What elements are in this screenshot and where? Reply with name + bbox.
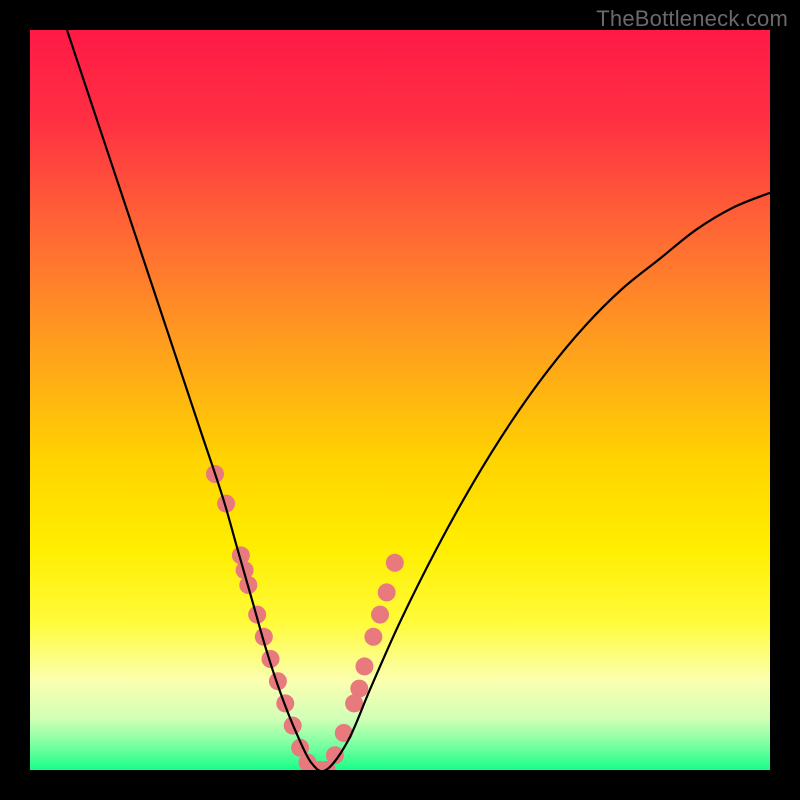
data-marker bbox=[364, 628, 382, 646]
plot-area bbox=[30, 30, 770, 770]
data-marker bbox=[350, 680, 368, 698]
chart-frame: TheBottleneck.com bbox=[0, 0, 800, 800]
data-marker bbox=[371, 606, 389, 624]
data-marker bbox=[386, 554, 404, 572]
data-marker bbox=[335, 724, 353, 742]
plot-svg bbox=[30, 30, 770, 770]
watermark-text: TheBottleneck.com bbox=[596, 6, 788, 32]
data-marker bbox=[355, 657, 373, 675]
gradient-background bbox=[30, 30, 770, 770]
data-marker bbox=[378, 583, 396, 601]
